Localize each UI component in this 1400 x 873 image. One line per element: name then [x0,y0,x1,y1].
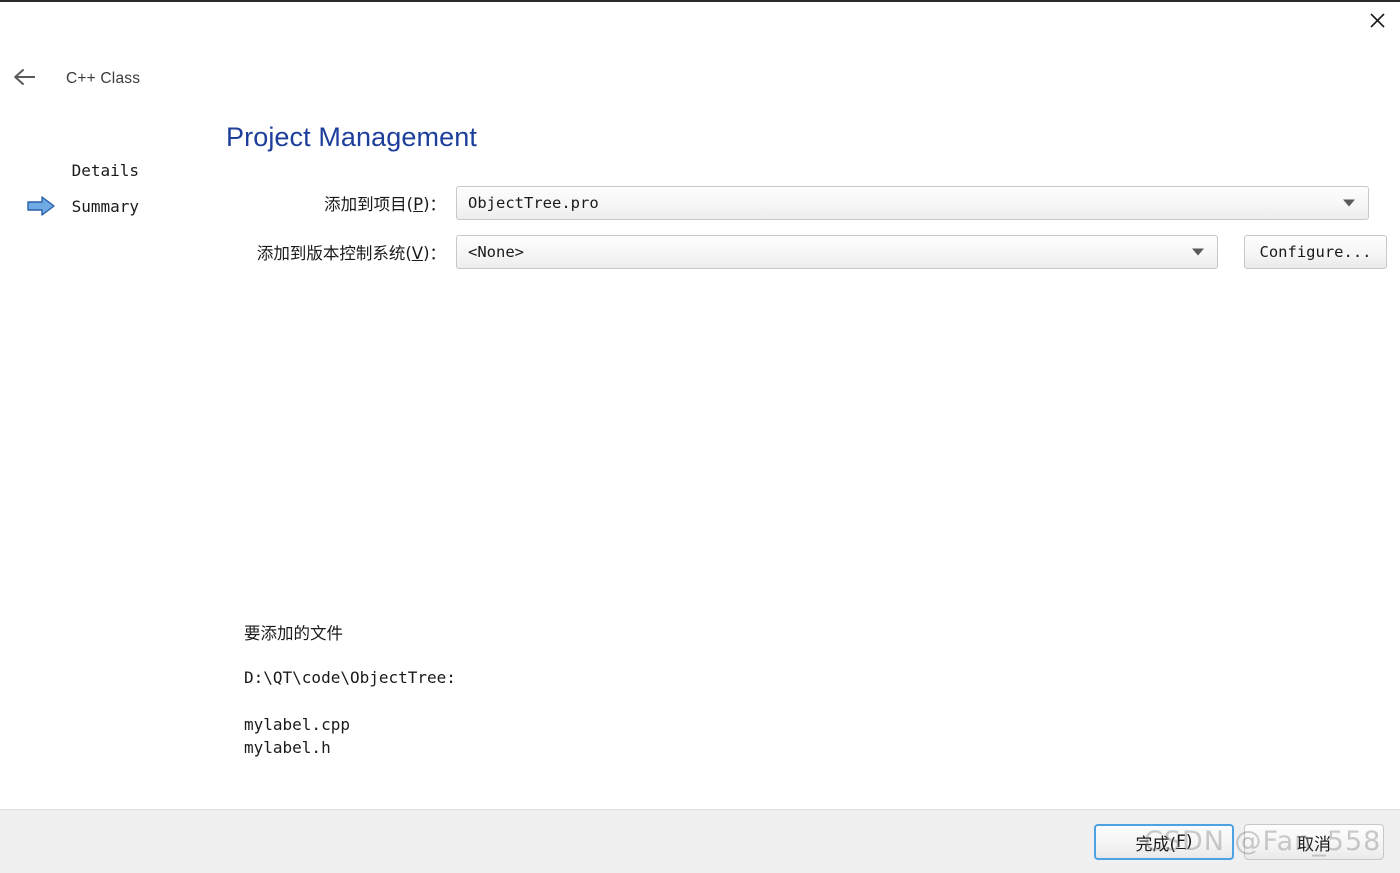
label-prefix: 添加到项目( [324,195,414,214]
files-to-add-heading: 要添加的文件 [244,624,343,643]
close-button[interactable] [1354,2,1400,38]
wizard-step-label: Details [71,160,139,180]
chevron-down-icon [1192,248,1204,256]
label-suffix: )： [423,195,446,214]
add-to-project-row: 添加到项目(P)： ObjectTree.pro [226,186,1369,220]
wizard-step-label: Summary [71,196,139,216]
back-button[interactable] [10,64,40,94]
finish-label-prefix: 完成( [1135,834,1177,855]
cancel-button[interactable]: 取消 [1244,824,1384,860]
configure-button[interactable]: Configure... [1244,235,1387,269]
wizard-header: C++ Class [10,64,140,94]
add-to-vcs-combobox[interactable]: <None> [456,235,1218,269]
add-to-vcs-value: <None> [468,243,524,261]
files-to-add-list: mylabel.cpp mylabel.h [244,713,1144,759]
wizard-kind-label: C++ Class [66,70,141,87]
add-to-vcs-label: 添加到版本控制系统(V)： [226,240,456,264]
target-directory-path: D:\QT\code\ObjectTree: [244,668,456,687]
close-icon [1369,12,1386,29]
list-item: mylabel.cpp [244,715,350,734]
list-item: mylabel.h [244,738,331,757]
dialog-footer: 完成(F) 取消 [0,809,1400,873]
finish-label-mnemonic: F [1176,832,1186,852]
add-to-vcs-row: 添加到版本控制系统(V)： <None> [226,235,1218,269]
files-to-add-summary: 要添加的文件 D:\QT\code\ObjectTree: mylabel.cp… [244,620,1144,759]
wizard-dialog: C++ Class Details Summary Project Manage… [0,0,1400,873]
wizard-step-list: Details Summary [0,152,205,224]
wizard-step-details[interactable]: Details [0,152,205,188]
label-suffix: )： [423,244,446,263]
page-title: Project Management [226,122,477,152]
add-to-project-value: ObjectTree.pro [468,194,599,212]
finish-button[interactable]: 完成(F) [1094,824,1234,860]
arrow-left-icon [12,67,38,92]
add-to-project-label: 添加到项目(P)： [226,191,456,215]
add-to-project-combobox[interactable]: ObjectTree.pro [456,186,1369,220]
chevron-down-icon [1343,199,1355,207]
wizard-step-summary[interactable]: Summary [0,188,205,224]
arrow-right-blue-icon [26,194,58,218]
label-mnemonic: P [413,195,424,214]
label-mnemonic: V [411,244,424,263]
title-bar [0,2,1400,42]
footer-button-group: 完成(F) 取消 [1094,824,1384,860]
finish-label-suffix: ) [1185,832,1193,852]
label-prefix: 添加到版本控制系统( [256,244,412,263]
